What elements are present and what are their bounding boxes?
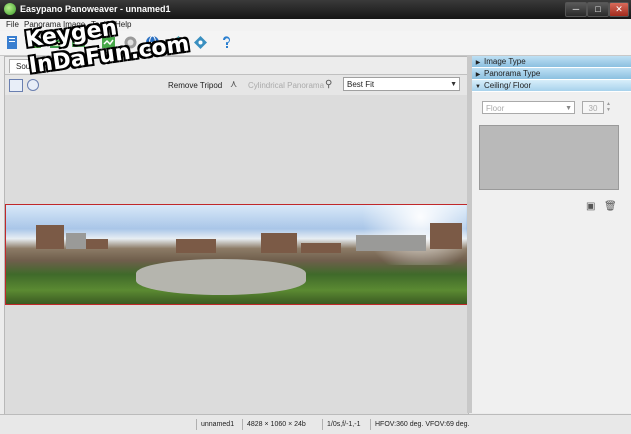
close-button[interactable]: ✕ — [609, 2, 629, 17]
fit-select-value: Best Fit — [347, 80, 375, 89]
menu-file[interactable]: File — [6, 20, 19, 29]
building — [176, 239, 216, 253]
delete-icon[interactable]: 🗑 — [604, 201, 617, 212]
floor-preview — [479, 125, 619, 190]
maximize-button[interactable]: □ — [587, 2, 609, 17]
floor-value-input[interactable]: 30 — [582, 101, 604, 114]
panorama-image[interactable] — [5, 204, 468, 305]
plaza — [136, 259, 306, 295]
new-project-icon[interactable] — [4, 34, 21, 51]
floor-select-value: Floor — [486, 104, 505, 113]
chevron-down-icon: ▼ — [475, 84, 481, 90]
status-dimensions: 4828 × 1060 × 24b — [242, 419, 306, 430]
properties-panel: ▶ Image Type ▶ Panorama Type ▼ Ceiling/ Flo… — [472, 56, 631, 413]
remove-tripod-label[interactable]: Remove Tripod — [168, 81, 222, 90]
chevron-down-icon: ▼ — [450, 81, 457, 88]
floor-select[interactable]: Floor ▼ — [482, 101, 575, 114]
chevron-down-icon: ▼ — [565, 105, 572, 112]
building — [36, 225, 64, 249]
building — [66, 233, 86, 249]
section-image-type[interactable]: ▶ Image Type — [472, 56, 631, 68]
add-icon[interactable]: ▣ — [586, 201, 595, 212]
building — [301, 243, 341, 253]
spin-buttons[interactable]: ▲ ▼ — [604, 101, 613, 114]
help-icon[interactable] — [218, 34, 235, 51]
cylindrical-panorama-label: Cylindrical Panorama — [248, 81, 325, 90]
status-exposure: 1/0s,f/-1,-1 — [322, 419, 360, 430]
minimize-button[interactable]: ─ — [565, 2, 587, 17]
building — [261, 233, 297, 253]
title-bar: Easypano Panoweaver - unnamed1 ─ □ ✕ — [0, 0, 631, 19]
status-filename: unnamed1 — [196, 419, 234, 430]
view-mode-icon[interactable] — [9, 79, 23, 92]
pin-icon[interactable]: ⚲ — [325, 79, 332, 90]
section-panorama-type[interactable]: ▶ Panorama Type — [472, 68, 631, 80]
status-bar: unnamed1 4828 × 1060 × 24b 1/0s,f/-1,-1 … — [0, 414, 631, 434]
watermark: Keygen InDaFun.com — [23, 15, 191, 79]
building — [86, 239, 108, 249]
building — [430, 223, 462, 249]
app-icon — [4, 3, 16, 15]
section-ceiling-floor[interactable]: ▼ Ceiling/ Floor — [472, 80, 631, 92]
settings-icon[interactable] — [192, 34, 209, 51]
tripod-icon[interactable]: ⋏ — [230, 79, 237, 90]
status-fov: HFOV:360 deg. VFOV:69 deg. — [370, 419, 469, 430]
fit-select[interactable]: Best Fit ▼ — [343, 77, 460, 91]
building — [356, 235, 426, 251]
